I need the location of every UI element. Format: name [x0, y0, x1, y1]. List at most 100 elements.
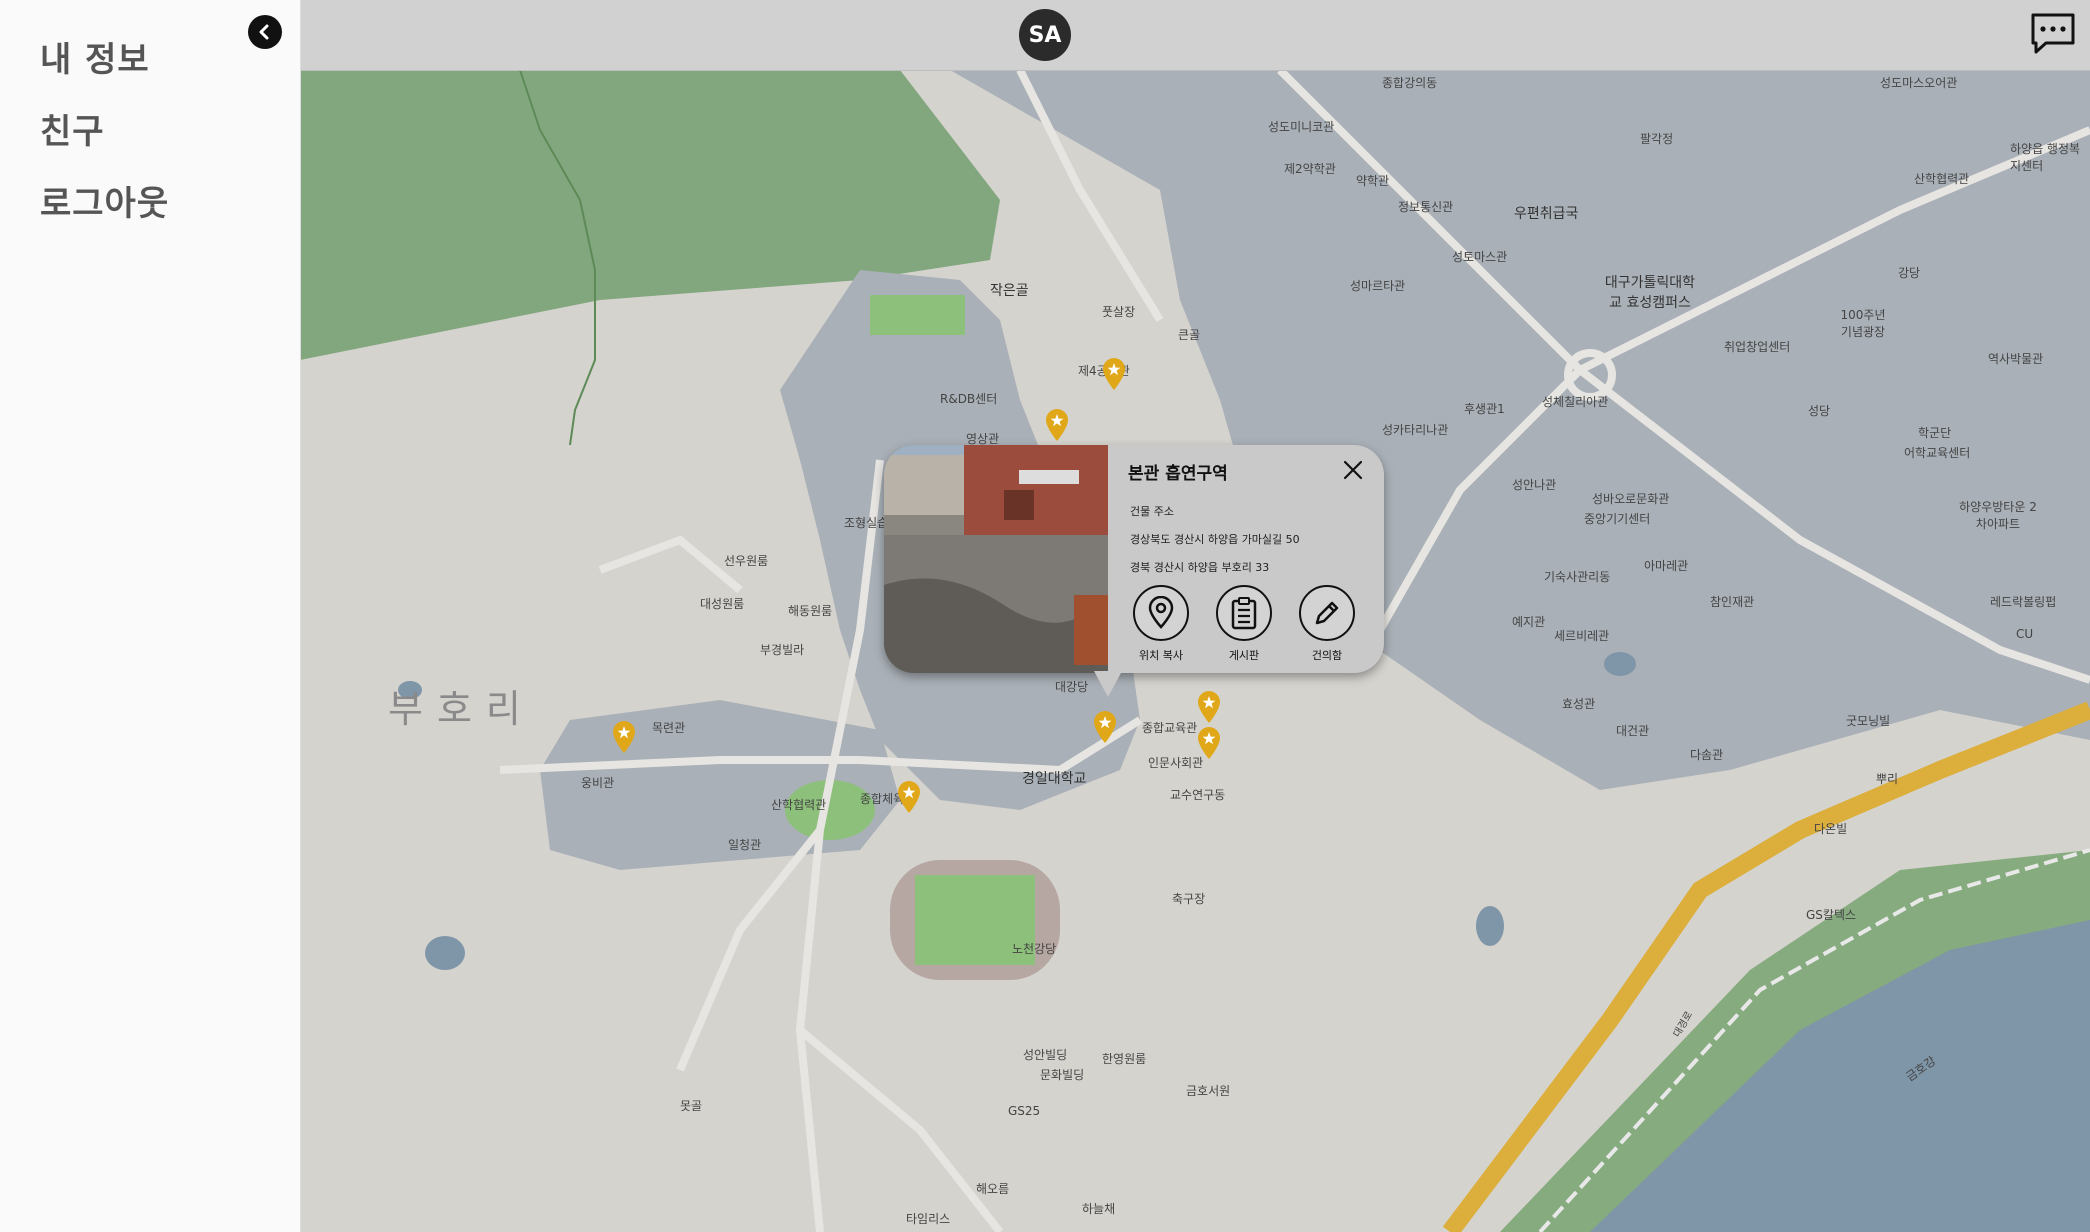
- map-label: 100주년 기념광장: [1840, 308, 1886, 339]
- map-label: 역사박물관: [1988, 352, 2044, 366]
- close-icon: [1343, 460, 1363, 480]
- map-label: 해오름: [976, 1182, 1010, 1196]
- map-label: 취업창업센터: [1724, 340, 1791, 354]
- map-label: 웅비관: [581, 776, 615, 790]
- map-label: 종합교육관: [1142, 721, 1198, 735]
- close-button[interactable]: [1342, 459, 1364, 481]
- map-label: 성토마스관: [1452, 250, 1508, 264]
- map-label: GS칼텍스: [1806, 908, 1857, 922]
- map-label: 한영원룸: [1102, 1052, 1147, 1066]
- location-marker[interactable]: [1044, 408, 1070, 442]
- chevron-left-icon: [259, 24, 269, 40]
- avatar[interactable]: SA: [1019, 9, 1071, 61]
- copy-location-label: 위치 복사: [1139, 649, 1183, 662]
- address-jibun: 경북 경산시 하양읍 부호리 33: [1130, 561, 1270, 574]
- map-label: 효성관: [1562, 697, 1596, 711]
- place-photo: [884, 445, 1108, 673]
- popup-tail: [1094, 671, 1122, 697]
- collapse-sidebar-button[interactable]: [248, 15, 282, 49]
- map-label: 축구장: [1172, 892, 1206, 906]
- sidebar: 내 정보 친구 로그아웃: [0, 0, 301, 1232]
- map-label: 강당: [1898, 266, 1921, 280]
- map-label: 종합강의동: [1382, 76, 1438, 90]
- map-label: 하양읍 행정복지센터: [2010, 142, 2081, 173]
- region-label: 부호리: [388, 687, 535, 731]
- map-label: 뿌리: [1876, 772, 1899, 786]
- map-label: 하늘채: [1082, 1202, 1116, 1216]
- map-label: 금호서원: [1186, 1084, 1231, 1098]
- map-label: 대구가톨릭대학교 효성캠퍼스: [1604, 275, 1696, 311]
- map-label: 다온빌: [1814, 822, 1848, 836]
- map-label: 선우원룸: [724, 554, 769, 568]
- copy-location-button[interactable]: [1133, 585, 1189, 641]
- map-label: 기숙사관리동: [1544, 570, 1611, 584]
- location-pin-icon: [1148, 596, 1174, 629]
- board-label: 게시판: [1228, 649, 1260, 662]
- map-label: 성바오로문화관: [1592, 492, 1670, 506]
- chat-button[interactable]: [2030, 12, 2076, 56]
- pencil-icon: [1315, 601, 1339, 625]
- map-label: 풋살장: [1102, 305, 1136, 319]
- map-label: 예지관: [1512, 615, 1546, 629]
- map-label: 노천강당: [1012, 942, 1057, 956]
- map-label: 교수연구동: [1170, 788, 1226, 802]
- location-marker[interactable]: [1092, 710, 1118, 744]
- top-bar: SA: [300, 0, 2090, 71]
- location-marker[interactable]: [1101, 357, 1127, 391]
- map-label: 성마르타관: [1350, 279, 1406, 293]
- place-popup: 본관 흡연구역 건물 주소 경상북도 경산시 하양읍 가마실길 50 경북 경산…: [884, 445, 1384, 697]
- address-road: 경상북도 경산시 하양읍 가마실길 50: [1130, 533, 1300, 546]
- map-label: 아마레관: [1644, 559, 1689, 573]
- map-label: 부경빌라: [760, 643, 805, 657]
- map-label: 대성원룸: [700, 597, 745, 611]
- map-label: 작은골: [990, 283, 1029, 299]
- map-label: 하양우방타운 2차아파트: [1959, 500, 2037, 531]
- location-marker[interactable]: [1196, 690, 1222, 724]
- chat-bubble-icon: [2031, 13, 2075, 54]
- map-label: 굿모닝빌: [1846, 714, 1891, 728]
- map-label: 우편취급국: [1514, 206, 1579, 222]
- place-photo-image: [884, 445, 1108, 673]
- location-marker[interactable]: [611, 720, 637, 754]
- menu-item-logout[interactable]: 로그아웃: [40, 176, 169, 225]
- map-label: 성도마스오어관: [1880, 76, 1958, 90]
- map-label: 후생관1: [1464, 402, 1505, 416]
- map-label: 제2약학관: [1284, 162, 1336, 176]
- map-label: 성안빌딩: [1023, 1048, 1068, 1062]
- map-label: 약학관: [1356, 174, 1390, 188]
- map-label: 목련관: [652, 721, 686, 735]
- map-label: 성당: [1808, 404, 1831, 418]
- map-label: 성안나관: [1512, 478, 1557, 492]
- map-label: 타임리스: [906, 1212, 951, 1226]
- map-label: 산학협력관: [771, 798, 827, 812]
- clipboard-icon: [1231, 597, 1257, 630]
- menu-item-my-info[interactable]: 내 정보: [40, 32, 150, 81]
- futsal-field: [870, 295, 965, 335]
- map-label: 대강당: [1055, 680, 1089, 694]
- board-button[interactable]: [1216, 585, 1272, 641]
- map-label: 큰골: [1178, 328, 1201, 342]
- popup-title: 본관 흡연구역: [1128, 464, 1228, 484]
- map-label: 성카타리나관: [1382, 423, 1449, 437]
- location-marker[interactable]: [1196, 726, 1222, 760]
- suggestion-box-button[interactable]: [1299, 585, 1355, 641]
- map-label: 인문사회관: [1148, 756, 1204, 770]
- suggestion-box-label: 건의함: [1311, 649, 1343, 662]
- map-label: R&DB센터: [940, 392, 998, 406]
- map-label: 성체칠리아관: [1542, 395, 1609, 409]
- menu-item-friends[interactable]: 친구: [40, 104, 105, 153]
- map-label: 중앙기기센터: [1584, 512, 1651, 526]
- map-label: 어학교육센터: [1904, 446, 1971, 460]
- address-label: 건물 주소: [1130, 505, 1174, 518]
- map-label: 세르비레관: [1554, 629, 1610, 643]
- map-label: 경일대학교: [1022, 771, 1087, 787]
- map-label: GS25: [1008, 1104, 1041, 1118]
- location-marker[interactable]: [896, 780, 922, 814]
- map-label: CU: [2016, 627, 2034, 641]
- map-label: 못골: [680, 1099, 703, 1113]
- map-label: 정보통신관: [1398, 200, 1454, 214]
- map-label: 일청관: [728, 838, 762, 852]
- map-label: 성도미니코관: [1268, 120, 1335, 134]
- map-label: 다솜관: [1690, 748, 1724, 762]
- map-label: 문화빌딩: [1040, 1068, 1085, 1082]
